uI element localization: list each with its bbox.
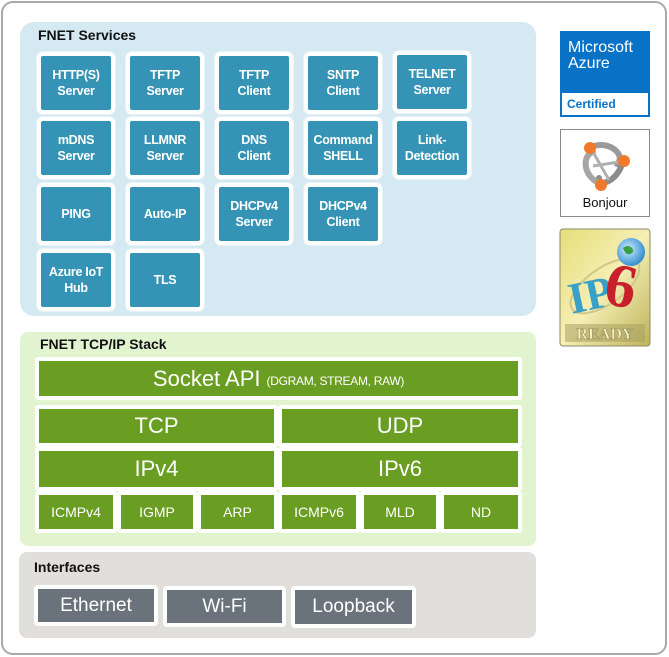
- service-http-server[interactable]: HTTP(S) Server: [37, 52, 115, 114]
- ipv6-ready-badge: IP 6 READY: [559, 228, 651, 347]
- service-mdns-server[interactable]: mDNS Server: [37, 117, 115, 179]
- azure-badge-line2: Azure: [568, 55, 610, 72]
- icmpv4-block[interactable]: ICMPv4: [35, 491, 117, 533]
- udp-block[interactable]: UDP: [278, 405, 522, 447]
- interface-loopback[interactable]: Loopback: [291, 586, 416, 628]
- service-dhcpv4-server[interactable]: DHCPv4 Server: [215, 183, 293, 245]
- socket-api-types: (DGRAM, STREAM, RAW): [266, 373, 405, 388]
- azure-badge-certified: Certified: [562, 93, 648, 115]
- socket-api-label: Socket API: [152, 365, 261, 391]
- service-command-shell[interactable]: Command SHELL: [304, 117, 382, 179]
- service-link-detection[interactable]: Link- Detection: [393, 117, 471, 179]
- interfaces-panel: Interfaces Ethernet Wi-Fi Loopback: [19, 552, 536, 638]
- ipv6-ready-text: READY: [577, 326, 634, 343]
- service-dhcpv4-client[interactable]: DHCPv4 Client: [304, 183, 382, 245]
- ipv4-block[interactable]: IPv4: [35, 447, 278, 491]
- interfaces-title: Interfaces: [34, 559, 101, 575]
- services-panel: FNET Services HTTP(S) Server TFTP Server…: [20, 22, 536, 316]
- socket-api-block[interactable]: Socket API (DGRAM, STREAM, RAW): [35, 357, 522, 400]
- service-sntp-client[interactable]: SNTP Client: [304, 52, 382, 114]
- interface-ethernet[interactable]: Ethernet: [34, 585, 158, 626]
- tcp-block[interactable]: TCP: [35, 405, 278, 447]
- azure-certified-badge: Microsoft Azure Certified: [560, 31, 650, 117]
- nd-block[interactable]: ND: [440, 491, 522, 533]
- service-dns-client[interactable]: DNS Client: [215, 117, 293, 179]
- service-tls[interactable]: TLS: [126, 249, 204, 311]
- bonjour-logo-icon: [582, 142, 630, 191]
- interface-wifi[interactable]: Wi-Fi: [163, 586, 286, 627]
- ipv6-ready-logo-icon: IP 6 READY: [559, 228, 651, 347]
- service-telnet-server[interactable]: TELNET Server: [393, 51, 471, 113]
- bonjour-badge: Bonjour: [560, 129, 650, 217]
- igmp-block[interactable]: IGMP: [117, 491, 197, 533]
- service-auto-ip[interactable]: Auto-IP: [126, 183, 204, 245]
- service-ping[interactable]: PING: [37, 183, 115, 245]
- icmpv6-block[interactable]: ICMPv6: [278, 491, 360, 533]
- service-llmnr-server[interactable]: LLMNR Server: [126, 117, 204, 179]
- stack-title: FNET TCP/IP Stack: [40, 336, 167, 352]
- ipv6-block[interactable]: IPv6: [278, 447, 522, 491]
- service-azure-iot-hub[interactable]: Azure IoT Hub: [37, 249, 115, 311]
- service-tftp-server[interactable]: TFTP Server: [126, 52, 204, 114]
- mld-block[interactable]: MLD: [360, 491, 440, 533]
- arp-block[interactable]: ARP: [197, 491, 278, 533]
- services-title: FNET Services: [38, 27, 137, 43]
- service-tftp-client[interactable]: TFTP Client: [215, 52, 293, 114]
- tcpip-stack-panel: FNET TCP/IP Stack Socket API (DGRAM, STR…: [20, 332, 536, 546]
- azure-badge-line1: Microsoft: [568, 39, 633, 56]
- bonjour-label: Bonjour: [582, 195, 628, 210]
